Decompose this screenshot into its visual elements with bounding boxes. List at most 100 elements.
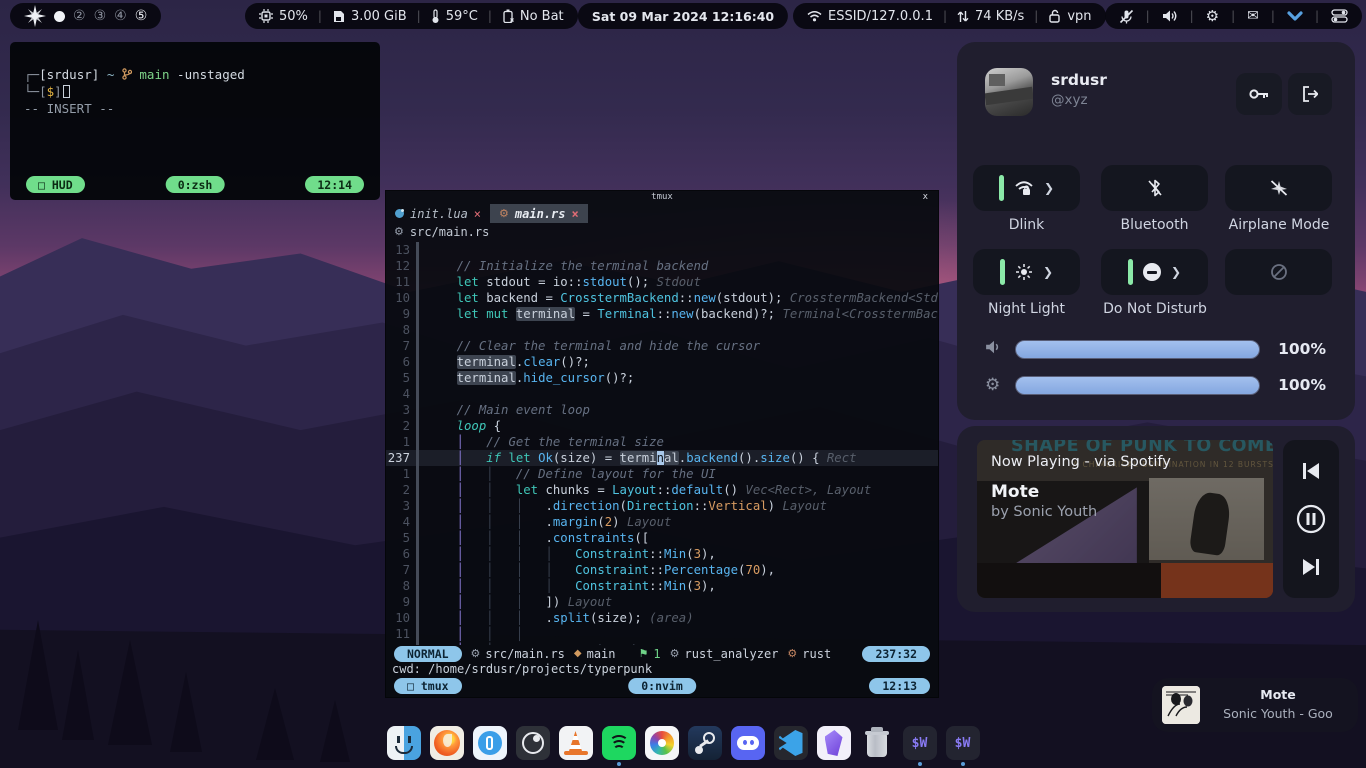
spotify-icon <box>602 726 636 760</box>
next-track-button[interactable] <box>1300 557 1322 577</box>
tmux-window-pill[interactable]: 0:zsh <box>166 176 225 193</box>
tmux-session-pill[interactable]: □ tmux <box>394 678 462 694</box>
brightness-slider[interactable] <box>1015 376 1260 395</box>
tile-do-not-disturb[interactable]: ❯ <box>1101 249 1208 295</box>
logout-button[interactable] <box>1288 73 1332 115</box>
volume-value: 100% <box>1260 340 1326 358</box>
code-line[interactable]: 7 │ │ │ │ Constraint::Percentage(70), <box>386 562 938 578</box>
volume-slider[interactable] <box>1015 340 1260 359</box>
chevron-right-icon: ❯ <box>1043 265 1053 279</box>
workspace-1[interactable] <box>54 11 65 22</box>
code-line[interactable]: 4 <box>386 386 938 402</box>
cpu-icon <box>259 9 273 23</box>
dock-item-trash[interactable] <box>860 726 894 766</box>
line-number: 13 <box>386 242 416 258</box>
tab-close-icon[interactable]: × <box>474 207 481 221</box>
speaker-icon[interactable] <box>1162 9 1178 23</box>
tab-init-lua[interactable]: init.lua × <box>386 204 490 223</box>
clock-pill[interactable]: Sat 09 Mar 2024 12:16:40 <box>578 3 788 29</box>
dock-item-firefox[interactable] <box>430 726 464 766</box>
terminal-user: [srdusr] <box>39 67 99 82</box>
dock-item-swww-1[interactable]: $W <box>903 726 937 766</box>
editor-window[interactable]: tmux x init.lua × ⚙ main.rs × ⚙ src/main… <box>385 190 939 698</box>
code-line[interactable]: 4 │ │ │ .margin(2) Layout <box>386 514 938 530</box>
window-close-button[interactable]: x <box>923 191 928 204</box>
dock-item-swww-2[interactable]: $W <box>946 726 980 766</box>
statusline-diagnostics: ⚑1 <box>639 647 661 661</box>
line-number: 9 <box>386 594 416 610</box>
editor-tmux-bar: □ tmux 0:nvim 12:13 <box>386 678 938 697</box>
code-line[interactable]: 7 // Clear the terminal and hide the cur… <box>386 338 938 354</box>
code-line[interactable]: 2 loop { <box>386 418 938 434</box>
code-line[interactable]: 2 │ │ let chunks = Layout::default() Vec… <box>386 482 938 498</box>
wifi-stat[interactable]: ESSID/127.0.0.1 <box>807 9 933 24</box>
workspace-5[interactable]: ⑤ <box>135 8 148 24</box>
code-line[interactable]: 10 let backend = CrosstermBackend::new(s… <box>386 290 938 306</box>
tab-close-icon[interactable]: × <box>571 207 578 221</box>
terminal-window[interactable]: ┌─[srdusr] ~ main -unstaged └─[$] -- INS… <box>10 42 380 200</box>
thermometer-icon <box>431 9 440 24</box>
code-line[interactable]: 3 │ │ │ .direction(Direction::Vertical) … <box>386 498 938 514</box>
tab-main-rs[interactable]: ⚙ main.rs × <box>490 204 588 223</box>
line-number: 8 <box>386 578 416 594</box>
cpu-stat: 50% <box>259 9 308 24</box>
active-indicator <box>1128 259 1133 285</box>
code-line[interactable]: 1 │ // Get the terminal size <box>386 434 938 450</box>
tmux-window-pill[interactable]: 0:nvim <box>628 678 696 694</box>
code-line[interactable]: 6 │ │ │ │ Constraint::Min(3), <box>386 546 938 562</box>
dock-item-spotify[interactable] <box>602 726 636 766</box>
toggles-icon[interactable] <box>1331 9 1348 23</box>
code-line[interactable]: 12 // Initialize the terminal backend <box>386 258 938 274</box>
user-name: srdusr <box>1051 71 1107 89</box>
code-line[interactable]: 5 terminal.hide_cursor()?; <box>386 370 938 386</box>
line-number: 11 <box>386 626 416 642</box>
microphone-muted-icon[interactable] <box>1119 9 1134 24</box>
code-line-current[interactable]: 237 │ if let Ok(size) = terminal.backend… <box>386 450 938 466</box>
vpn-stat[interactable]: vpn <box>1048 9 1091 24</box>
code-line[interactable]: 9 │ │ │ ]) Layout <box>386 594 938 610</box>
dock-item-vlc[interactable] <box>559 726 593 766</box>
dock-item-steam[interactable] <box>688 726 722 766</box>
dock-item-discord[interactable] <box>731 726 765 766</box>
pause-button[interactable] <box>1296 504 1326 534</box>
workspace-3[interactable]: ③ <box>94 8 107 24</box>
dock-item-files[interactable] <box>387 726 421 766</box>
avatar <box>985 68 1033 116</box>
code-line[interactable]: 5 │ │ │ .constraints([ <box>386 530 938 546</box>
previous-track-button[interactable] <box>1300 461 1322 481</box>
workspace-4[interactable]: ④ <box>114 8 127 24</box>
code-line[interactable]: 8 │ │ │ │ Constraint::Min(3), <box>386 578 938 594</box>
dock-item-qbittorrent[interactable] <box>473 726 507 766</box>
mail-icon[interactable]: ✉ <box>1247 8 1259 24</box>
tile-label-dlink: Dlink <box>973 217 1080 233</box>
code-line[interactable]: 1 │ │ // Define layout for the UI <box>386 466 938 482</box>
tile-bluetooth[interactable] <box>1101 165 1208 211</box>
code-line[interactable]: 8 <box>386 322 938 338</box>
chevron-down-icon[interactable] <box>1287 11 1303 22</box>
workspace-2[interactable]: ② <box>73 8 86 24</box>
notification-toast[interactable]: Mote Sonic Youth - Goo <box>1152 678 1358 732</box>
code-text: let backend = CrosstermBackend::new(stdo… <box>427 290 938 306</box>
tile-wifi-dlink[interactable]: ❯ <box>973 165 1080 211</box>
dock-item-obs-studio[interactable] <box>516 726 550 766</box>
statusline-lsp: ⚙rust_analyzer <box>670 647 779 661</box>
temperature-stat: 59°C <box>431 9 478 24</box>
code-line[interactable]: 10 │ │ │ .split(size); (area) <box>386 610 938 626</box>
code-line[interactable]: 3 // Main event loop <box>386 402 938 418</box>
password-key-button[interactable] <box>1236 73 1282 115</box>
tile-airplane-mode[interactable] <box>1225 165 1332 211</box>
code-line[interactable]: 11 let stdout = io::stdout(); Stdout <box>386 274 938 290</box>
code-line[interactable]: 13 <box>386 242 938 258</box>
dock-item-vscode[interactable] <box>774 726 808 766</box>
code-line[interactable]: 11 │ │ │ <box>386 626 938 642</box>
tile-disabled[interactable] <box>1225 249 1332 295</box>
dock-item-photos[interactable] <box>645 726 679 766</box>
code-line[interactable]: 6 terminal.clear()?; <box>386 354 938 370</box>
code-area[interactable]: 1312 // Initialize the terminal backend1… <box>386 240 938 645</box>
settings-gear-icon[interactable]: ⚙ <box>1206 7 1219 25</box>
tile-night-light[interactable]: ❯ <box>973 249 1080 295</box>
code-line[interactable]: 9 let mut terminal = Terminal::new(backe… <box>386 306 938 322</box>
terminal-prompt-line2: └─[$] <box>24 83 364 100</box>
dock-item-obsidian[interactable] <box>817 726 851 766</box>
tmux-session-pill[interactable]: □ HUD <box>26 176 85 193</box>
